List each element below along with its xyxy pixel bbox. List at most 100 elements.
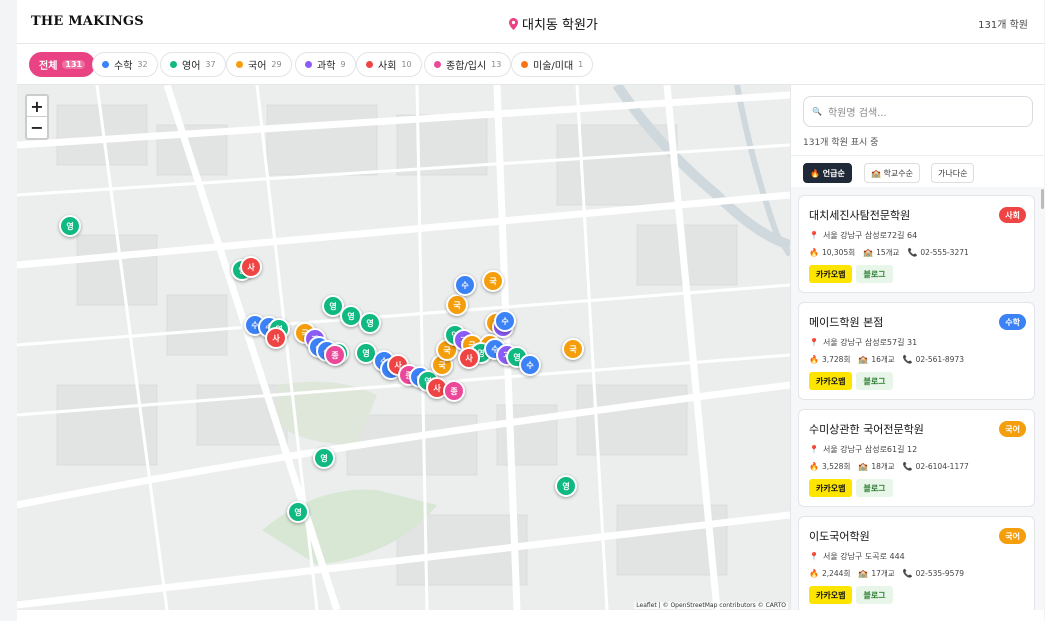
sort-button-1[interactable]: 🏫 학교수순 [864,163,920,183]
school-count: 🏫 18개교 [858,462,895,471]
filter-label: 종합/입시 [446,61,487,72]
mention-count: 🔥 3,728회 [809,355,851,364]
scrollbar[interactable] [1041,189,1044,209]
filter-chip-2[interactable]: 영어 37 [160,52,226,77]
kakao-map-button[interactable]: 카카오맵 [809,372,853,390]
category-dot-icon [305,61,312,68]
card-actions: 카카오맵 블로그 [809,372,893,390]
category-filter-bar: 전체 131 수학 32 영어 37 국어 29 과학 9 사회 10 종합/입시 13 미술/미대 1 [17,44,1044,85]
filter-chip-1[interactable]: 수학 32 [92,52,158,77]
phone-number[interactable]: 📞 02-555-3271 [907,247,968,258]
map[interactable]: 영영사국국수영영영수수영사국과수수영종영수수사종수영사국국영과국국과수국영수사과… [17,85,790,610]
academy-marker[interactable]: 영 [287,501,309,523]
academy-card[interactable]: 수미상관한 국어전문학원 국어 📍 서울 강남구 삼성로61길 12 🔥 3,528… [798,409,1035,507]
blog-button[interactable]: 블로그 [856,372,893,390]
category-badge: 사회 [999,207,1026,223]
phone-icon: 📞 [902,569,913,578]
academy-marker[interactable]: 영 [59,215,81,237]
kakao-map-button[interactable]: 카카오맵 [809,265,853,283]
search-box[interactable]: 🔍 학원명 검색... [803,96,1033,127]
blog-button[interactable]: 블로그 [856,265,893,283]
filter-chip-5[interactable]: 사회 10 [356,52,422,77]
location-label: 대치동 학원가 [522,18,598,33]
phone-number[interactable]: 📞 02-561-8973 [903,354,964,365]
pin-icon: 📍 [809,231,819,240]
academy-marker[interactable]: 수 [454,274,476,296]
filter-chip-7[interactable]: 미술/미대 1 [511,52,594,77]
school-icon: 🏫 [863,248,874,257]
fire-icon: 🔥 [809,248,819,257]
search-input[interactable]: 학원명 검색... [828,104,887,119]
filter-label: 전체 [39,61,58,72]
map-attribution[interactable]: Leaflet | © OpenStreetMap contributors ©… [634,602,788,609]
blog-button[interactable]: 블로그 [856,479,893,497]
sort-button-2[interactable]: 가나다순 [931,163,975,183]
category-badge: 국어 [999,528,1026,544]
academy-marker[interactable]: 종 [324,344,346,366]
academy-marker[interactable]: 영 [555,475,577,497]
academy-marker[interactable]: 사 [458,347,480,369]
category-dot-icon [366,61,373,68]
academy-meta: 🔥 2,244회 🏫 17개교 📞 02-535-9579 [809,568,964,579]
card-actions: 카카오맵 블로그 [809,586,893,604]
academy-card[interactable]: 대치세진사탐전문학원 사회 📍 서울 강남구 삼성로72길 64 🔥 10,305회… [798,195,1035,293]
mention-count: 🔥 10,305회 [809,248,856,257]
academy-marker[interactable]: 국 [482,270,504,292]
academy-marker[interactable]: 국 [562,338,584,360]
academy-marker[interactable]: 사 [265,327,287,349]
school-icon: 🏫 [858,569,869,578]
filter-chip-6[interactable]: 종합/입시 13 [424,52,512,77]
card-actions: 카카오맵 블로그 [809,479,893,497]
location-title: 대치동 학원가 [509,14,598,33]
filter-chip-3[interactable]: 국어 29 [226,52,292,77]
fire-icon: 🔥 [809,569,819,578]
filter-chip-0[interactable]: 전체 131 [29,52,96,77]
academy-name[interactable]: 대치세진사탐전문학원 [809,207,910,223]
kakao-map-button[interactable]: 카카오맵 [809,586,853,604]
academy-marker[interactable]: 영 [313,447,335,469]
kakao-map-button[interactable]: 카카오맵 [809,479,853,497]
address-text: 서울 강남구 삼성로72길 64 [822,231,918,240]
phone-icon: 📞 [902,462,913,471]
academy-count: 131개 학원 [978,20,1028,31]
filter-count: 13 [491,60,502,69]
phone-number[interactable]: 📞 02-535-9579 [903,568,964,579]
category-badge: 수학 [999,314,1026,330]
phone-number[interactable]: 📞 02-6104-1177 [903,461,969,472]
filter-label: 국어 [248,61,267,72]
academy-marker[interactable]: 수 [494,310,516,332]
mention-count: 🔥 2,244회 [809,569,851,578]
academy-name[interactable]: 수미상관한 국어전문학원 [809,421,924,437]
academy-marker[interactable]: 종 [443,380,465,402]
academy-meta: 🔥 3,528회 🏫 18개교 📞 02-6104-1177 [809,461,969,472]
filter-count: 10 [401,60,412,69]
academy-name[interactable]: 메이드학원 본점 [809,314,883,330]
zoom-out-button[interactable]: − [27,117,47,138]
zoom-in-button[interactable]: + [27,96,47,117]
search-icon: 🔍 [812,107,822,116]
card-list[interactable]: 대치세진사탐전문학원 사회 📍 서울 강남구 삼성로72길 64 🔥 10,305회… [791,187,1044,610]
blog-button[interactable]: 블로그 [856,586,893,604]
shown-count: 131개 학원 표시 중 [803,138,879,148]
academy-marker[interactable]: 영 [359,312,381,334]
fire-icon: 🔥 [809,462,819,471]
brand-logo[interactable]: THE MAKINGS [31,14,144,29]
sort-bar: 🔥 언급순 🏫 학교수순 가나다순 [791,155,1044,187]
academy-marker[interactable]: 국 [446,294,468,316]
filter-count: 37 [205,60,216,69]
sort-button-0[interactable]: 🔥 언급순 [803,163,852,183]
academy-card[interactable]: 메이드학원 본점 수학 📍 서울 강남구 삼성로57길 31 🔥 3,728회 🏫 1… [798,302,1035,400]
category-badge: 국어 [999,421,1026,437]
academy-marker[interactable]: 사 [240,256,262,278]
academy-marker[interactable]: 수 [519,354,541,376]
academy-card[interactable]: 이도국어학원 국어 📍 서울 강남구 도곡로 444 🔥 2,244회 🏫 17개교 … [798,516,1035,610]
filter-chip-4[interactable]: 과학 9 [295,52,356,77]
map-tiles [17,85,790,610]
zoom-control: + − [25,94,49,140]
filter-count: 131 [62,60,86,69]
card-actions: 카카오맵 블로그 [809,265,893,283]
academy-name[interactable]: 이도국어학원 [809,528,870,544]
pin-icon: 📍 [809,552,819,561]
app-root: THE MAKINGS 대치동 학원가 131개 학원 전체 131 수학 32 영어 3… [17,0,1044,621]
filter-count: 29 [271,60,282,69]
